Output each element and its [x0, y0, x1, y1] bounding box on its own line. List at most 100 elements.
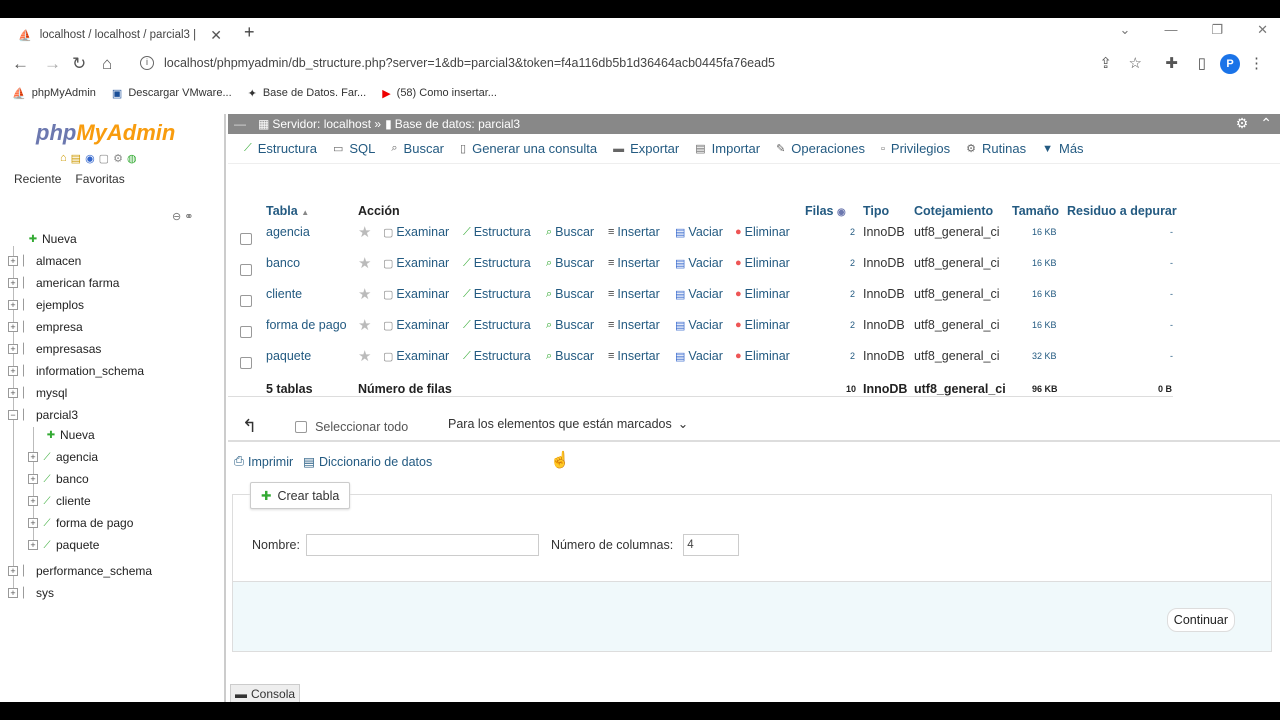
favorite-star-icon[interactable]: ★ — [358, 223, 371, 241]
tree-item-new-table[interactable]: ✚ Nueva — [46, 428, 95, 442]
structure-action[interactable]: ⟋ Estructura — [463, 256, 531, 270]
select-all-checkbox[interactable] — [295, 420, 308, 433]
tree-item-table[interactable]: + ⟋ forma de pago — [28, 516, 133, 530]
logout-icon[interactable]: ▤ — [71, 152, 81, 165]
row-checkbox[interactable] — [240, 233, 252, 245]
table-size-link[interactable]: 16 KB — [1032, 289, 1057, 299]
insert-action[interactable]: ≡ Insertar — [608, 287, 660, 301]
structure-action[interactable]: ⟋ Estructura — [463, 318, 531, 332]
collapse-icon[interactable]: − — [8, 410, 18, 420]
insert-action[interactable]: ≡ Insertar — [608, 225, 660, 239]
tab-generar-consulta[interactable]: ▯ Generar una consulta — [452, 141, 605, 156]
table-size-link[interactable]: 16 KB — [1032, 320, 1057, 330]
table-size-link[interactable]: 16 KB — [1032, 258, 1057, 268]
profile-avatar[interactable]: P — [1220, 54, 1240, 74]
expand-icon[interactable]: + — [8, 366, 18, 376]
search-action[interactable]: ⌕ Buscar — [546, 225, 594, 239]
browse-action[interactable]: ▢ Examinar — [383, 349, 449, 363]
collapse-dash-icon[interactable]: — — [234, 117, 246, 131]
browse-action[interactable]: ▢ Examinar — [383, 225, 449, 239]
tree-item-table[interactable]: + ⟋ cliente — [28, 494, 91, 508]
bookmark-youtube[interactable]: ▶ (58) Como insertar... — [382, 87, 497, 100]
tree-item-db[interactable]: + ▏ american farma — [8, 276, 119, 290]
insert-action[interactable]: ≡ Insertar — [608, 256, 660, 270]
search-action[interactable]: ⌕ Buscar — [546, 349, 594, 363]
expand-icon[interactable]: + — [28, 540, 38, 550]
tree-item-db[interactable]: + ▏ mysql — [8, 386, 67, 400]
close-window-icon[interactable]: ✕ — [1257, 22, 1268, 38]
tree-item-db[interactable]: + ▏ sys — [8, 586, 54, 600]
insert-action[interactable]: ≡ Insertar — [608, 318, 660, 332]
table-name-link[interactable]: paquete — [266, 349, 311, 363]
continue-button[interactable]: Continuar — [1166, 608, 1235, 632]
search-action[interactable]: ⌕ Buscar — [546, 287, 594, 301]
collapse-link-icons[interactable]: ⊖ ⚭ — [172, 210, 194, 223]
tab-rutinas[interactable]: ⚙ Rutinas — [958, 141, 1034, 156]
tree-item-db[interactable]: + ▏ information_schema — [8, 364, 144, 378]
row-checkbox[interactable] — [240, 357, 252, 369]
console-button[interactable]: ▬ Consola — [230, 684, 301, 702]
drop-action[interactable]: ● Eliminar — [735, 349, 790, 363]
url-field[interactable]: i localhost/phpmyadmin/db_structure.php?… — [140, 56, 775, 70]
bookmark-phpmyadmin[interactable]: ⛵ phpMyAdmin — [12, 87, 96, 100]
home-icon[interactable]: ⌂ — [60, 152, 67, 165]
close-icon[interactable]: ✕ — [210, 27, 222, 44]
table-name-link[interactable]: cliente — [266, 287, 302, 301]
favorite-star-icon[interactable]: ★ — [358, 285, 371, 303]
settings-gear-icon[interactable]: ⚙ — [1236, 115, 1249, 132]
menu-kebab-icon[interactable]: ⋮ — [1249, 54, 1264, 72]
recent-link[interactable]: Reciente — [14, 172, 61, 186]
bookmark-db[interactable]: ✦ Base de Datos. Far... — [248, 87, 367, 100]
tab-exportar[interactable]: ▬ Exportar — [605, 141, 687, 156]
tab-privilegios[interactable]: ▫ Privilegios — [873, 141, 958, 156]
pma-logo[interactable]: phpMyAdmin — [36, 120, 175, 146]
search-action[interactable]: ⌕ Buscar — [546, 256, 594, 270]
breadcrumb-database[interactable]: ▮ Base de datos: parcial3 — [385, 117, 520, 131]
expand-icon[interactable]: + — [8, 344, 18, 354]
browse-action[interactable]: ▢ Examinar — [383, 256, 449, 270]
tree-item-table[interactable]: + ⟋ banco — [28, 472, 89, 486]
expand-icon[interactable]: + — [28, 474, 38, 484]
tree-item-db[interactable]: + ▏ almacen — [8, 254, 81, 268]
home-icon[interactable]: ⌂ — [102, 54, 112, 74]
expand-icon[interactable]: + — [8, 256, 18, 266]
structure-action[interactable]: ⟋ Estructura — [463, 349, 531, 363]
drop-action[interactable]: ● Eliminar — [735, 287, 790, 301]
with-selected-dropdown[interactable]: Para los elementos que están marcados ⌄ — [448, 416, 688, 432]
tab-buscar[interactable]: ⌕ Buscar — [383, 141, 452, 156]
browse-action[interactable]: ▢ Examinar — [383, 318, 449, 332]
print-link[interactable]: ⎙ Imprimir — [234, 454, 293, 469]
table-size-link[interactable]: 32 KB — [1032, 351, 1057, 361]
docs-icon[interactable]: ▢ — [99, 152, 109, 165]
expand-icon[interactable]: + — [8, 588, 18, 598]
empty-action[interactable]: ▤ Vaciar — [675, 225, 723, 239]
tree-item-table[interactable]: + ⟋ agencia — [28, 450, 98, 464]
search-action[interactable]: ⌕ Buscar — [546, 318, 594, 332]
browse-action[interactable]: ▢ Examinar — [383, 287, 449, 301]
restore-icon[interactable]: ❐ — [1211, 22, 1223, 38]
tab-sql[interactable]: ▭ SQL — [325, 141, 383, 156]
expand-icon[interactable]: + — [8, 300, 18, 310]
extensions-icon[interactable]: ✚ — [1165, 54, 1178, 72]
empty-action[interactable]: ▤ Vaciar — [675, 287, 723, 301]
table-name-link[interactable]: banco — [266, 256, 300, 270]
favorites-link[interactable]: Favoritas — [75, 172, 124, 186]
empty-action[interactable]: ▤ Vaciar — [675, 318, 723, 332]
header-filas[interactable]: Filas ◉ — [805, 204, 846, 218]
expand-icon[interactable]: + — [8, 322, 18, 332]
help-icon[interactable]: ◉ — [85, 152, 95, 165]
expand-icon[interactable]: + — [8, 566, 18, 576]
info-icon[interactable]: i — [140, 56, 154, 70]
expand-icon[interactable]: + — [8, 278, 18, 288]
header-tamano[interactable]: Tamaño — [1012, 204, 1059, 218]
table-size-link[interactable]: 16 KB — [1032, 227, 1057, 237]
browser-tab[interactable]: ⛵ localhost / localhost / parcial3 | ✕ — [10, 22, 230, 48]
columns-count-input[interactable] — [683, 534, 740, 556]
table-name-link[interactable]: agencia — [266, 225, 310, 239]
header-residuo[interactable]: Residuo a depurar — [1067, 204, 1177, 218]
select-all[interactable]: ↰ Seleccionar todo — [242, 416, 408, 437]
table-name-link[interactable]: forma de pago — [266, 318, 347, 332]
header-cotejamiento[interactable]: Cotejamiento — [914, 204, 993, 218]
expand-icon[interactable]: + — [28, 496, 38, 506]
header-tabla[interactable]: Tabla ▲ — [266, 204, 309, 218]
